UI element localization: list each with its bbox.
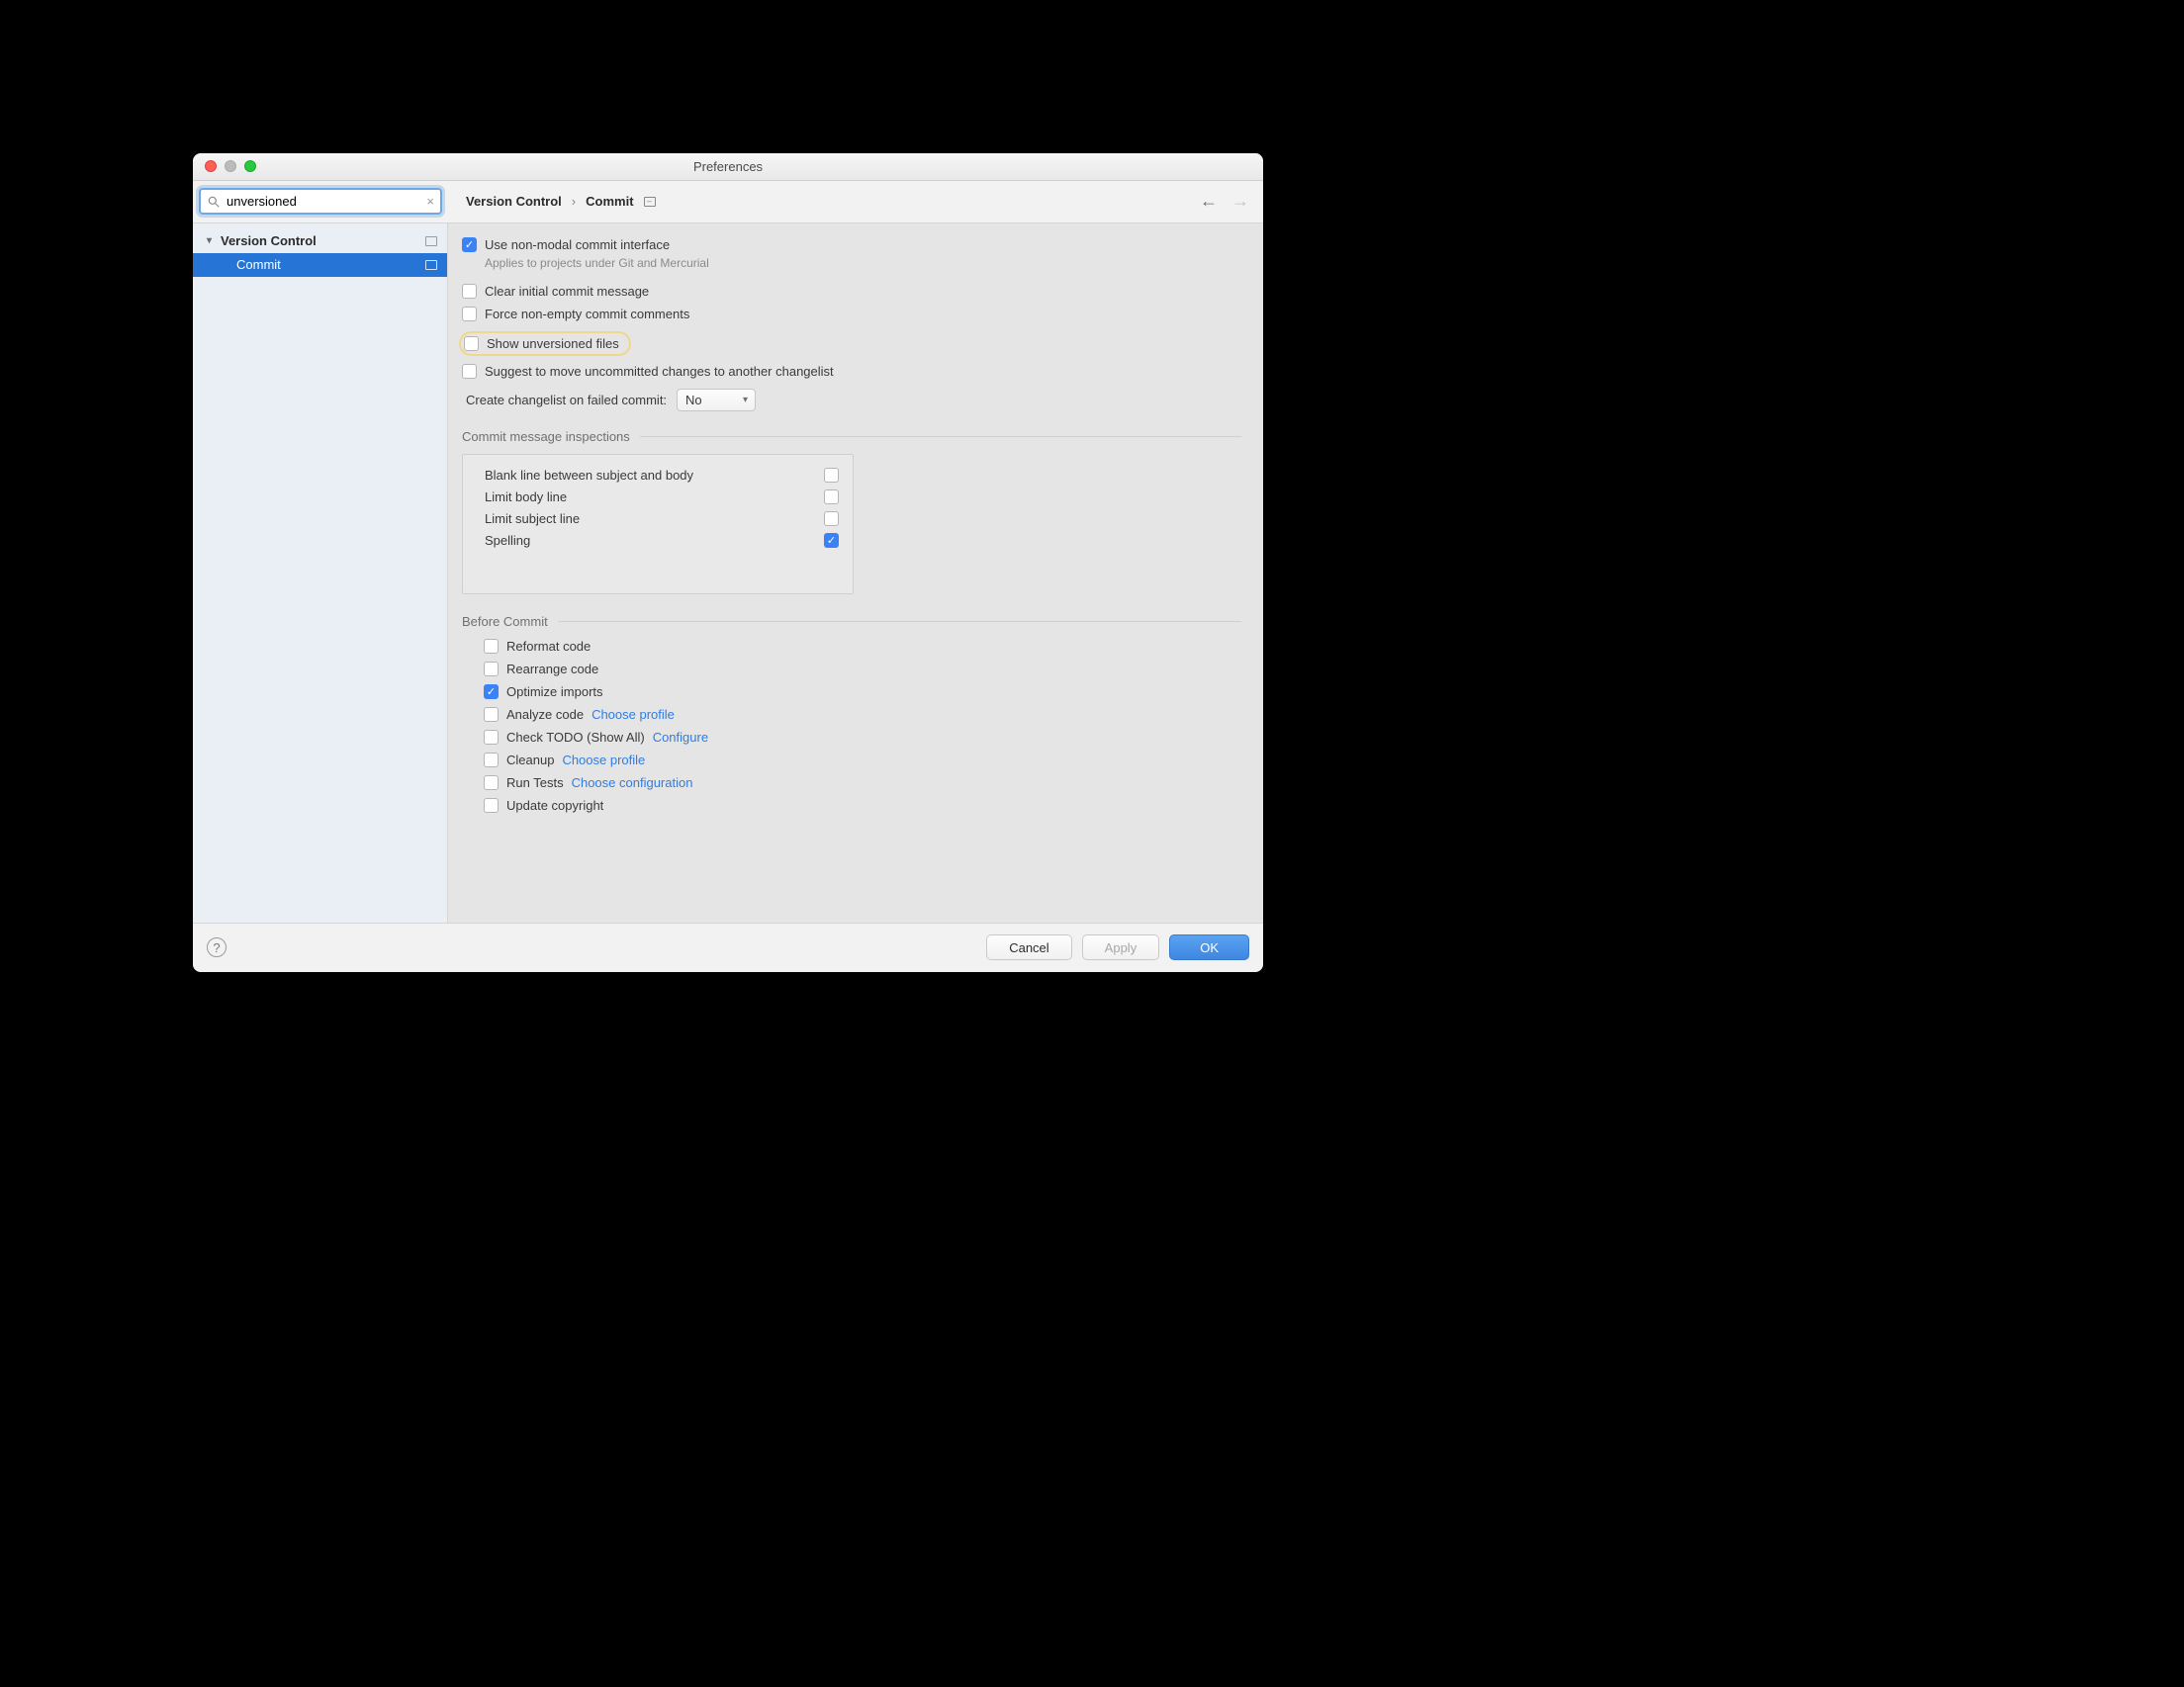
forward-icon: → bbox=[1231, 191, 1249, 212]
checkbox-checked-icon[interactable]: ✓ bbox=[462, 237, 477, 252]
chevron-right-icon: › bbox=[572, 194, 576, 209]
ok-button[interactable]: OK bbox=[1169, 934, 1249, 960]
search-input[interactable]: × bbox=[199, 188, 442, 215]
option-show-unversioned[interactable]: Show unversioned files bbox=[459, 331, 631, 356]
option-force-nonempty[interactable]: Force non-empty commit comments bbox=[462, 307, 1241, 321]
titlebar: Preferences bbox=[193, 153, 1263, 181]
preferences-window: Preferences × Version Control › Commit ←… bbox=[193, 153, 1263, 972]
cleanup-profile-link[interactable]: Choose profile bbox=[562, 753, 645, 767]
checkbox-icon[interactable] bbox=[462, 307, 477, 321]
option-suggest-move[interactable]: Suggest to move uncommitted changes to a… bbox=[462, 364, 1241, 379]
checkbox-icon[interactable] bbox=[824, 511, 839, 526]
cancel-button[interactable]: Cancel bbox=[986, 934, 1071, 960]
scope-icon bbox=[425, 260, 437, 270]
checkbox-icon[interactable] bbox=[484, 639, 499, 654]
footer: ? Cancel Apply OK bbox=[193, 923, 1263, 972]
apply-button: Apply bbox=[1082, 934, 1160, 960]
sidebar-item-version-control[interactable]: ▾ Version Control bbox=[193, 229, 447, 253]
search-icon bbox=[207, 195, 221, 209]
option-non-modal[interactable]: ✓ Use non-modal commit interface bbox=[462, 237, 1241, 252]
changelist-select[interactable]: No bbox=[677, 389, 756, 411]
clear-search-icon[interactable]: × bbox=[426, 194, 434, 209]
checkbox-checked-icon[interactable]: ✓ bbox=[484, 684, 499, 699]
topbar: × Version Control › Commit ← → bbox=[193, 181, 1263, 223]
option-cleanup[interactable]: Cleanup Choose profile bbox=[484, 753, 1241, 767]
option-create-changelist: Create changelist on failed commit: No bbox=[466, 389, 1241, 411]
scope-icon bbox=[425, 236, 437, 246]
sidebar-item-commit[interactable]: Commit bbox=[193, 253, 447, 277]
helper-text: Applies to projects under Git and Mercur… bbox=[485, 256, 1241, 270]
analyze-profile-link[interactable]: Choose profile bbox=[592, 707, 675, 722]
search-field[interactable] bbox=[227, 194, 420, 209]
sidebar: ▾ Version Control Commit bbox=[193, 223, 448, 923]
option-rearrange[interactable]: Rearrange code bbox=[484, 662, 1241, 676]
checkbox-icon[interactable] bbox=[484, 730, 499, 745]
option-optimize[interactable]: ✓Optimize imports bbox=[484, 684, 1241, 699]
checkbox-icon[interactable] bbox=[824, 489, 839, 504]
inspection-limit-body[interactable]: Limit body line bbox=[485, 487, 839, 508]
breadcrumb-leaf: Commit bbox=[586, 194, 633, 209]
inspection-limit-subject[interactable]: Limit subject line bbox=[485, 508, 839, 530]
group-before-commit: Before Commit bbox=[462, 614, 1241, 629]
chevron-down-icon: ▾ bbox=[207, 235, 217, 246]
checkbox-icon[interactable] bbox=[462, 284, 477, 299]
option-analyze[interactable]: Analyze code Choose profile bbox=[484, 707, 1241, 722]
nav-arrows: ← → bbox=[1200, 191, 1249, 212]
option-todo[interactable]: Check TODO (Show All) Configure bbox=[484, 730, 1241, 745]
checkbox-icon[interactable] bbox=[484, 798, 499, 813]
checkbox-icon[interactable] bbox=[462, 364, 477, 379]
inspections-panel: Blank line between subject and body Limi… bbox=[462, 454, 854, 594]
checkbox-icon[interactable] bbox=[824, 468, 839, 483]
back-icon[interactable]: ← bbox=[1200, 191, 1218, 212]
inspection-blank-line[interactable]: Blank line between subject and body bbox=[485, 465, 839, 487]
breadcrumb-root[interactable]: Version Control bbox=[466, 194, 562, 209]
checkbox-icon[interactable] bbox=[484, 662, 499, 676]
settings-content: ✓ Use non-modal commit interface Applies… bbox=[448, 223, 1263, 923]
help-icon[interactable]: ? bbox=[207, 937, 227, 957]
breadcrumb: Version Control › Commit ← → bbox=[448, 191, 1263, 212]
checkbox-icon[interactable] bbox=[484, 707, 499, 722]
window-title: Preferences bbox=[193, 159, 1263, 174]
todo-configure-link[interactable]: Configure bbox=[653, 730, 708, 745]
option-copyright[interactable]: Update copyright bbox=[484, 798, 1241, 813]
option-clear-message[interactable]: Clear initial commit message bbox=[462, 284, 1241, 299]
option-reformat[interactable]: Reformat code bbox=[484, 639, 1241, 654]
checkbox-icon[interactable] bbox=[484, 753, 499, 767]
checkbox-icon[interactable] bbox=[484, 775, 499, 790]
option-run-tests[interactable]: Run Tests Choose configuration bbox=[484, 775, 1241, 790]
inspection-spelling[interactable]: Spelling✓ bbox=[485, 530, 839, 552]
tests-config-link[interactable]: Choose configuration bbox=[572, 775, 693, 790]
checkbox-checked-icon[interactable]: ✓ bbox=[824, 533, 839, 548]
scope-icon[interactable] bbox=[644, 197, 656, 207]
checkbox-icon[interactable] bbox=[464, 336, 479, 351]
group-inspections: Commit message inspections bbox=[462, 429, 1241, 444]
